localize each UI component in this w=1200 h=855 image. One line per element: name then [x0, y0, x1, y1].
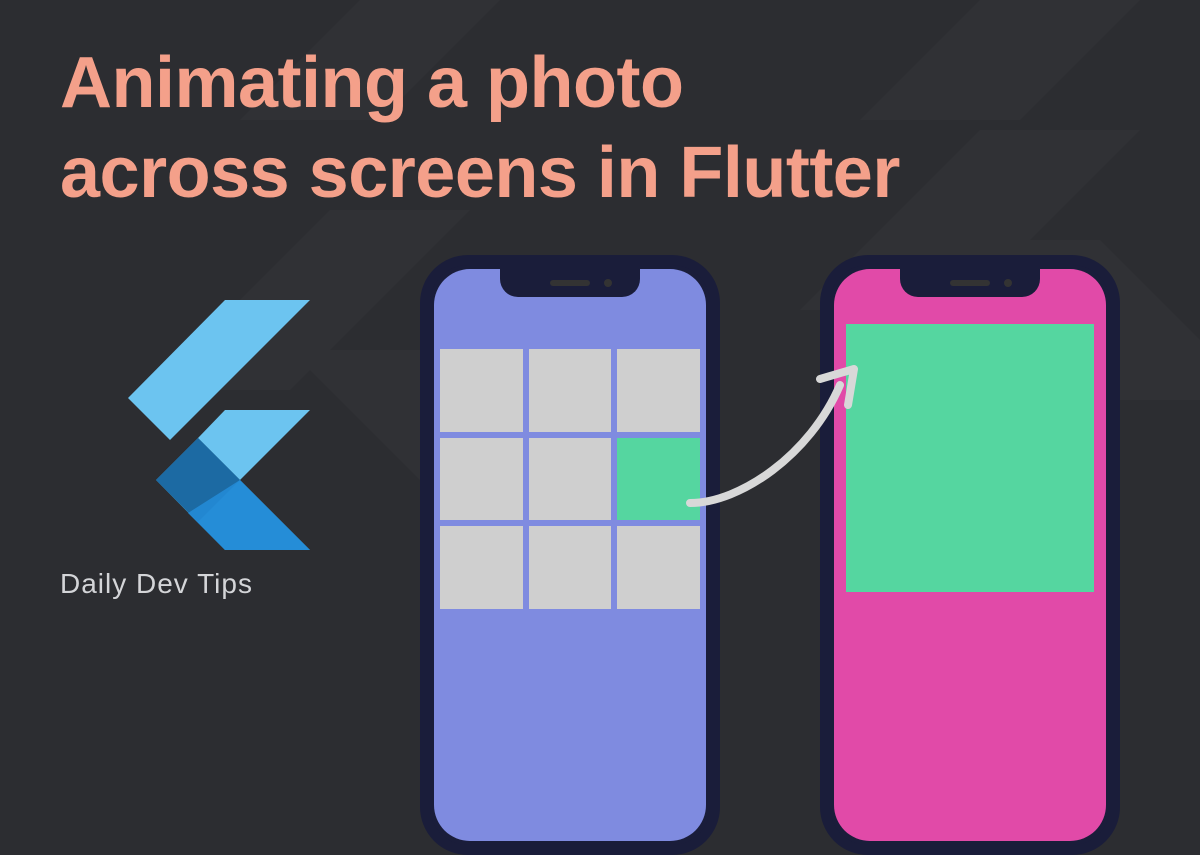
phone-grid-screen	[420, 255, 720, 855]
grid-cell	[529, 526, 612, 609]
grid-cell	[440, 526, 523, 609]
grid-cell	[617, 349, 700, 432]
grid-cell	[529, 349, 612, 432]
grid-cell	[617, 526, 700, 609]
image-grid	[434, 349, 706, 609]
grid-cell	[440, 438, 523, 521]
page-title: Animating a photo across screens in Flut…	[60, 38, 900, 218]
site-name: Daily Dev Tips	[60, 568, 253, 600]
detail-image	[846, 324, 1094, 592]
phone-notch	[500, 269, 640, 297]
phone-detail-screen	[820, 255, 1120, 855]
phone-notch	[900, 269, 1040, 297]
grid-cell	[529, 438, 612, 521]
grid-cell	[440, 349, 523, 432]
grid-cell-highlighted	[617, 438, 700, 521]
flutter-logo-icon	[110, 300, 310, 550]
